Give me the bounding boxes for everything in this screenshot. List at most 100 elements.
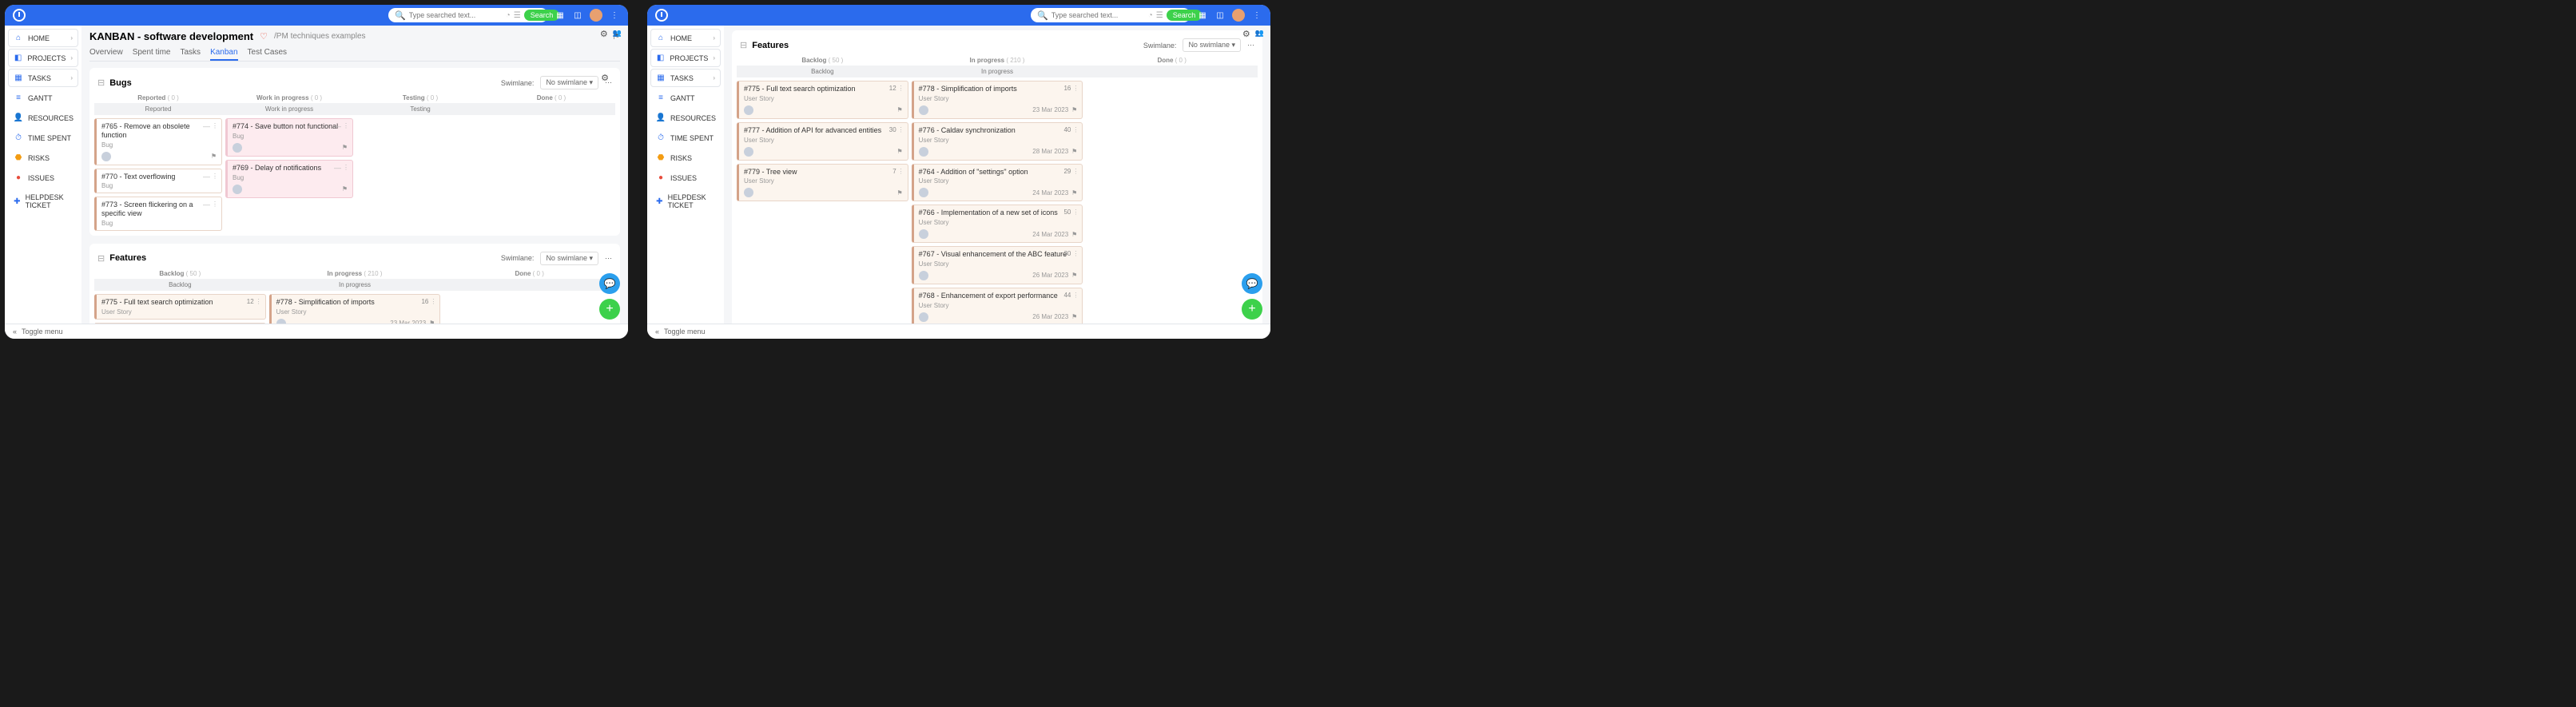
card-menu-icon[interactable]: ⋮ [212, 173, 218, 180]
sidebar-item-projects[interactable]: ◧PROJECTS› [8, 49, 78, 67]
box-icon[interactable]: ◫ [572, 10, 583, 21]
toggle-menu[interactable]: Toggle menu [664, 328, 706, 336]
box-icon[interactable]: ◫ [1214, 10, 1226, 21]
sidebar-item-gantt[interactable]: ≡GANTT [8, 89, 78, 107]
search-input[interactable] [1051, 11, 1145, 19]
filter-icon[interactable]: ☰ [1156, 10, 1163, 21]
card-flag-icon[interactable]: ⚑ [342, 185, 348, 193]
assignee-avatar[interactable] [233, 185, 242, 194]
more-icon[interactable]: ⋯ [605, 254, 612, 263]
card-flag-icon[interactable]: ⚑ [429, 320, 435, 324]
calendar-icon[interactable]: ▦ [555, 10, 566, 21]
assignee-avatar[interactable] [919, 188, 928, 197]
gear-icon[interactable]: ⚙ [600, 29, 608, 39]
toggle-menu[interactable]: Toggle menu [22, 328, 63, 336]
sidebar-item-gantt[interactable]: ≡GANTT [650, 89, 721, 107]
filter-icon[interactable]: ☰ [514, 10, 521, 21]
sidebar-item-issues[interactable]: ●ISSUES [8, 169, 78, 187]
swimlane-select[interactable]: No swimlane ▾ [540, 76, 598, 89]
tab-overview[interactable]: Overview [89, 46, 123, 61]
search-input[interactable] [409, 11, 503, 19]
more-icon[interactable]: ⋯ [1247, 41, 1254, 50]
card-flag-icon[interactable]: ⚑ [342, 144, 348, 151]
kanban-card[interactable]: #777 - Addition of API for advanced enti… [94, 323, 266, 324]
sidebar-item-resources[interactable]: 👤RESOURCES [650, 109, 721, 127]
collapse-sidebar-icon[interactable]: « [655, 328, 659, 336]
card-flag-icon[interactable]: ⚑ [1071, 313, 1077, 320]
sidebar-item-helpdesk-ticket[interactable]: ✚HELPDESK TICKET [8, 189, 78, 214]
kanban-card[interactable]: #778 - Simplification of importsUser Sto… [269, 294, 441, 324]
card-menu-icon[interactable]: ⋮ [1072, 292, 1079, 299]
card-menu-icon[interactable]: ⋮ [343, 164, 349, 171]
kanban-card[interactable]: #769 - Delay of notificationsBug⋮—⚑ [225, 160, 353, 198]
kanban-card[interactable]: #765 - Remove an obsolete functionBug⋮—⚑ [94, 118, 222, 165]
search-box[interactable]: 🔍 ◔ ☰ Search [388, 8, 548, 22]
kanban-card[interactable]: #774 - Save button not functionalBug⋮—⚑ [225, 118, 353, 157]
sidebar-item-tasks[interactable]: ▦TASKS› [8, 69, 78, 87]
card-menu-icon[interactable]: ⋮ [212, 201, 218, 208]
chat-button[interactable]: 💬 [1242, 273, 1262, 294]
card-menu-icon[interactable]: ⋮ [1072, 209, 1079, 216]
gear-icon[interactable]: ⚙ [1242, 29, 1250, 39]
kanban-card[interactable]: #777 - Addition of API for advanced enti… [737, 122, 908, 161]
sidebar-item-risks[interactable]: ⬣RISKS [650, 149, 721, 167]
assignee-avatar[interactable] [276, 319, 286, 324]
assignee-avatar[interactable] [919, 229, 928, 239]
kanban-card[interactable]: #775 - Full text search optimizationUser… [737, 81, 908, 119]
card-flag-icon[interactable]: ⚑ [1071, 189, 1077, 197]
collapse-icon[interactable]: ⊟ [740, 40, 747, 50]
chat-button[interactable]: 💬 [599, 273, 620, 294]
kanban-card[interactable]: #773 - Screen flickering on a specific v… [94, 197, 222, 231]
assignee-avatar[interactable] [919, 271, 928, 280]
card-flag-icon[interactable]: ⚑ [897, 148, 903, 155]
kanban-card[interactable]: #778 - Simplification of importsUser Sto… [912, 81, 1083, 119]
clock-icon[interactable]: ◔ [1148, 10, 1153, 21]
add-button[interactable]: + [1242, 299, 1262, 320]
sidebar-item-issues[interactable]: ●ISSUES [650, 169, 721, 187]
tab-tasks[interactable]: Tasks [181, 46, 201, 61]
assignee-avatar[interactable] [744, 105, 753, 115]
sidebar-item-resources[interactable]: 👤RESOURCES [8, 109, 78, 127]
card-flag-icon[interactable]: ⚑ [211, 153, 217, 160]
card-menu-icon[interactable]: ⋮ [343, 122, 349, 129]
kanban-card[interactable]: #767 - Visual enhancement of the ABC fea… [912, 246, 1083, 284]
swimlane-select[interactable]: No swimlane ▾ [1183, 38, 1241, 52]
tab-test-cases[interactable]: Test Cases [248, 46, 287, 61]
kanban-card[interactable]: #776 - Caldav synchronizationUser Story4… [912, 122, 1083, 161]
card-flag-icon[interactable]: ⚑ [1071, 106, 1077, 113]
add-button[interactable]: + [599, 299, 620, 320]
card-flag-icon[interactable]: ⚑ [897, 106, 903, 113]
card-menu-icon[interactable]: ⋮ [898, 85, 904, 92]
kanban-card[interactable]: #764 - Addition of "settings" optionUser… [912, 164, 1083, 202]
sidebar-item-home[interactable]: ⌂HOME› [650, 29, 721, 47]
card-menu-icon[interactable]: ⋮ [430, 298, 436, 305]
sidebar-item-projects[interactable]: ◧PROJECTS› [650, 49, 721, 67]
assignee-avatar[interactable] [919, 312, 928, 322]
card-menu-icon[interactable]: ⋮ [256, 298, 262, 305]
kebab-menu-icon[interactable]: ⋮ [609, 10, 620, 21]
card-flag-icon[interactable]: ⚑ [897, 189, 903, 197]
sidebar-item-risks[interactable]: ⬣RISKS [8, 149, 78, 167]
collapse-icon[interactable]: ⊟ [97, 253, 105, 264]
sidebar-item-time-spent[interactable]: ⏱TIME SPENT [8, 129, 78, 147]
user-avatar[interactable] [1232, 9, 1245, 22]
assignee-avatar[interactable] [101, 152, 111, 161]
kebab-menu-icon[interactable]: ⋮ [1251, 10, 1262, 21]
assignee-avatar[interactable] [744, 147, 753, 157]
card-menu-icon[interactable]: ⋮ [898, 126, 904, 133]
kanban-card[interactable]: #770 - Text overflowingBug⋮— [94, 169, 222, 194]
kanban-card[interactable]: #766 - Implementation of a new set of ic… [912, 205, 1083, 243]
assignee-avatar[interactable] [919, 105, 928, 115]
kanban-card[interactable]: #779 - Tree viewUser Story7⋮⚑ [737, 164, 908, 202]
card-menu-icon[interactable]: ⋮ [1072, 250, 1079, 257]
card-menu-icon[interactable]: ⋮ [212, 122, 218, 129]
tab-spent-time[interactable]: Spent time [133, 46, 171, 61]
card-menu-icon[interactable]: ⋮ [898, 168, 904, 175]
assignee-avatar[interactable] [744, 188, 753, 197]
card-flag-icon[interactable]: ⚑ [1071, 272, 1077, 279]
kanban-card[interactable]: #768 - Enhancement of export performance… [912, 288, 1083, 324]
sidebar-item-time-spent[interactable]: ⏱TIME SPENT [650, 129, 721, 147]
search-box[interactable]: 🔍 ◔ ☰ Search [1031, 8, 1191, 22]
breadcrumb[interactable]: /PM techniques examples [274, 32, 366, 41]
swimlane-select[interactable]: No swimlane ▾ [540, 252, 598, 265]
